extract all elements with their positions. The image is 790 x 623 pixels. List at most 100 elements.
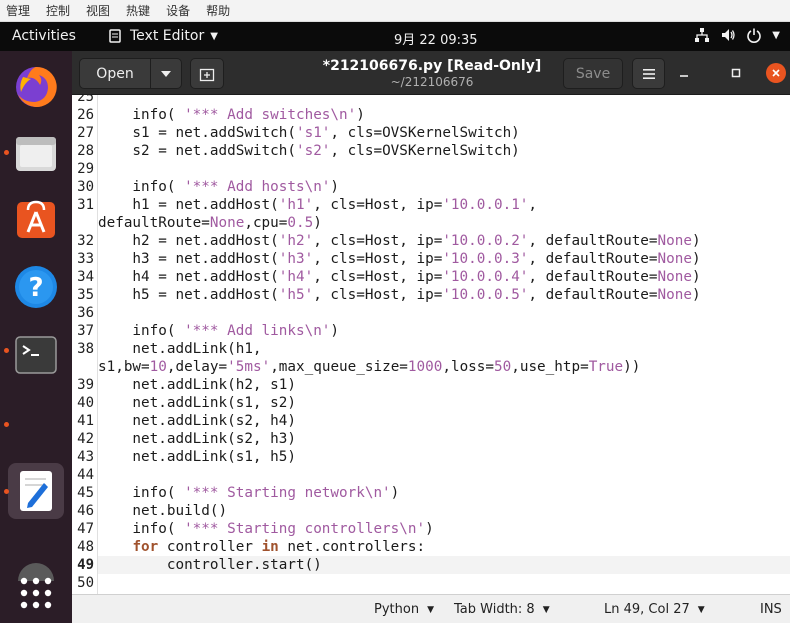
text-editor-icon — [20, 471, 52, 511]
dock-help[interactable]: ? — [8, 259, 64, 315]
open-button-label: Open — [96, 65, 134, 82]
dock-terminal[interactable] — [8, 327, 64, 383]
code-line[interactable]: controller.start() — [98, 556, 790, 574]
dock-firefox[interactable] — [8, 59, 64, 115]
code-line[interactable]: net.build() — [98, 502, 790, 520]
help-icon: ? — [15, 266, 57, 308]
close-button[interactable] — [766, 63, 786, 83]
cursor-position-label: Ln 49, Col 27 — [604, 602, 690, 617]
language-selector[interactable]: Python ▼ — [374, 602, 434, 617]
vm-menu-item[interactable]: 视图 — [86, 2, 110, 19]
maximize-icon — [731, 68, 741, 78]
code-line[interactable]: info( '*** Add hosts\n') — [98, 178, 790, 196]
close-icon — [772, 69, 780, 77]
code-line[interactable]: net.addLink(s2, h3) — [98, 430, 790, 448]
volume-icon — [722, 29, 735, 41]
text-editor-icon — [109, 29, 121, 43]
dock-files[interactable] — [8, 125, 64, 181]
line-number: 27 — [77, 125, 94, 141]
document-title: *212106676.py [Read-Only] — [322, 58, 542, 74]
line-number: 28 — [77, 143, 94, 159]
line-number: 47 — [77, 521, 94, 537]
line-number: 31 — [77, 197, 94, 213]
line-number: 37 — [77, 323, 94, 339]
line-number-gutter: 25 26 27 28 29 30 31 32 33 34 35 36 37 38 39 40 41 42 43 44… — [72, 95, 98, 594]
code-line[interactable]: h4 = net.addHost('h4', cls=Host, ip='10.… — [98, 268, 790, 286]
minimize-button[interactable] — [675, 65, 693, 81]
software-store-icon — [17, 200, 55, 238]
svg-text:?: ? — [28, 273, 43, 303]
show-applications-button[interactable] — [8, 565, 64, 621]
cursor-position[interactable]: Ln 49, Col 27 ▼ — [604, 602, 705, 617]
insert-mode-indicator[interactable]: INS — [760, 602, 782, 617]
code-line[interactable]: net.addLink(s2, h4) — [98, 412, 790, 430]
app-menu-label: Text Editor — [130, 28, 205, 44]
code-line[interactable]: info( '*** Add switches\n') — [98, 106, 790, 124]
insert-mode-label: INS — [760, 602, 782, 617]
activities-button[interactable]: Activities — [12, 28, 76, 44]
chevron-down-icon: ▼ — [210, 30, 218, 42]
document-path: ~/212106676 — [390, 75, 474, 89]
code-line[interactable]: h2 = net.addHost('h2', cls=Host, ip='10.… — [98, 232, 790, 250]
maximize-button[interactable] — [727, 65, 745, 81]
open-button[interactable]: Open — [79, 58, 151, 89]
code-editor[interactable]: 25 26 27 28 29 30 31 32 33 34 35 36 37 38 39 40 41 42 43 44… — [72, 95, 790, 594]
line-number: 43 — [77, 449, 94, 465]
network-icon — [695, 28, 710, 42]
dock-software[interactable] — [8, 191, 64, 247]
running-indicator — [4, 348, 9, 353]
code-line[interactable]: h3 = net.addHost('h3', cls=Host, ip='10.… — [98, 250, 790, 268]
line-number: 44 — [77, 467, 94, 483]
tab-width-label: Tab Width: 8 — [454, 602, 535, 617]
files-icon — [16, 137, 56, 171]
code-line[interactable]: info( '*** Add links\n') — [98, 322, 790, 340]
line-number: 40 — [77, 395, 94, 411]
line-number: 39 — [77, 377, 94, 393]
line-number: 25 — [77, 95, 94, 105]
code-line[interactable]: net.addLink(h1, — [98, 340, 790, 358]
vm-menu-item[interactable]: 热键 — [126, 2, 150, 19]
vm-menu-item[interactable]: 帮助 — [206, 2, 230, 19]
system-tray[interactable]: ▼ — [694, 27, 780, 43]
vm-menu-item[interactable]: 控制 — [46, 2, 70, 19]
hamburger-menu-icon — [642, 68, 655, 79]
chevron-down-icon: ▼ — [697, 604, 705, 615]
chevron-down-icon: ▼ — [772, 29, 780, 41]
recent-files-button[interactable] — [150, 58, 182, 89]
code-line[interactable]: info( '*** Starting network\n') — [98, 484, 790, 502]
power-icon — [747, 28, 762, 43]
line-number: 38 — [77, 341, 94, 357]
code-line[interactable]: s1 = net.addSwitch('s1', cls=OVSKernelSw… — [98, 124, 790, 142]
code-line[interactable]: s2 = net.addSwitch('s2', cls=OVSKernelSw… — [98, 142, 790, 160]
chevron-down-icon — [161, 70, 171, 77]
line-number: 45 — [77, 485, 94, 501]
code-line[interactable]: net.addLink(s1, s2) — [98, 394, 790, 412]
vm-menu-bar: 管理 控制 视图 热键 设备 帮助 — [0, 0, 790, 22]
code-line[interactable]: h1 = net.addHost('h1', cls=Host, ip='10.… — [98, 196, 790, 214]
new-tab-button[interactable] — [190, 58, 224, 89]
code-line[interactable]: net.addLink(h2, s1) — [98, 376, 790, 394]
save-button[interactable]: Save — [563, 58, 623, 89]
clock[interactable]: 9月 22 09:35 — [394, 29, 478, 48]
running-indicator — [4, 489, 9, 494]
line-number: 50 — [77, 575, 94, 591]
code-line[interactable]: defaultRoute=None,cpu=0.5) — [98, 214, 790, 232]
dock-text-editor[interactable] — [8, 463, 64, 519]
line-number: 48 — [77, 539, 94, 555]
app-menu[interactable]: Text Editor ▼ — [108, 28, 218, 44]
code-line[interactable]: for controller in net.controllers: — [98, 538, 790, 556]
vm-menu-item[interactable]: 设备 — [166, 2, 190, 19]
line-number: 29 — [77, 161, 94, 177]
main-menu-button[interactable] — [632, 58, 665, 89]
line-number: 49 — [77, 557, 94, 573]
vm-menu-item[interactable]: 管理 — [6, 2, 30, 19]
code-line[interactable]: info( '*** Starting controllers\n') — [98, 520, 790, 538]
code-line[interactable]: net.addLink(s1, h5) — [98, 448, 790, 466]
code-line[interactable]: s1,bw=10,delay='5ms',max_queue_size=1000… — [98, 358, 790, 376]
save-button-label: Save — [575, 65, 611, 82]
tab-width-selector[interactable]: Tab Width: 8 ▼ — [454, 602, 550, 617]
line-number: 41 — [77, 413, 94, 429]
chevron-down-icon: ▼ — [427, 604, 434, 615]
grid-icon — [20, 577, 52, 609]
code-line[interactable]: h5 = net.addHost('h5', cls=Host, ip='10.… — [98, 286, 790, 304]
